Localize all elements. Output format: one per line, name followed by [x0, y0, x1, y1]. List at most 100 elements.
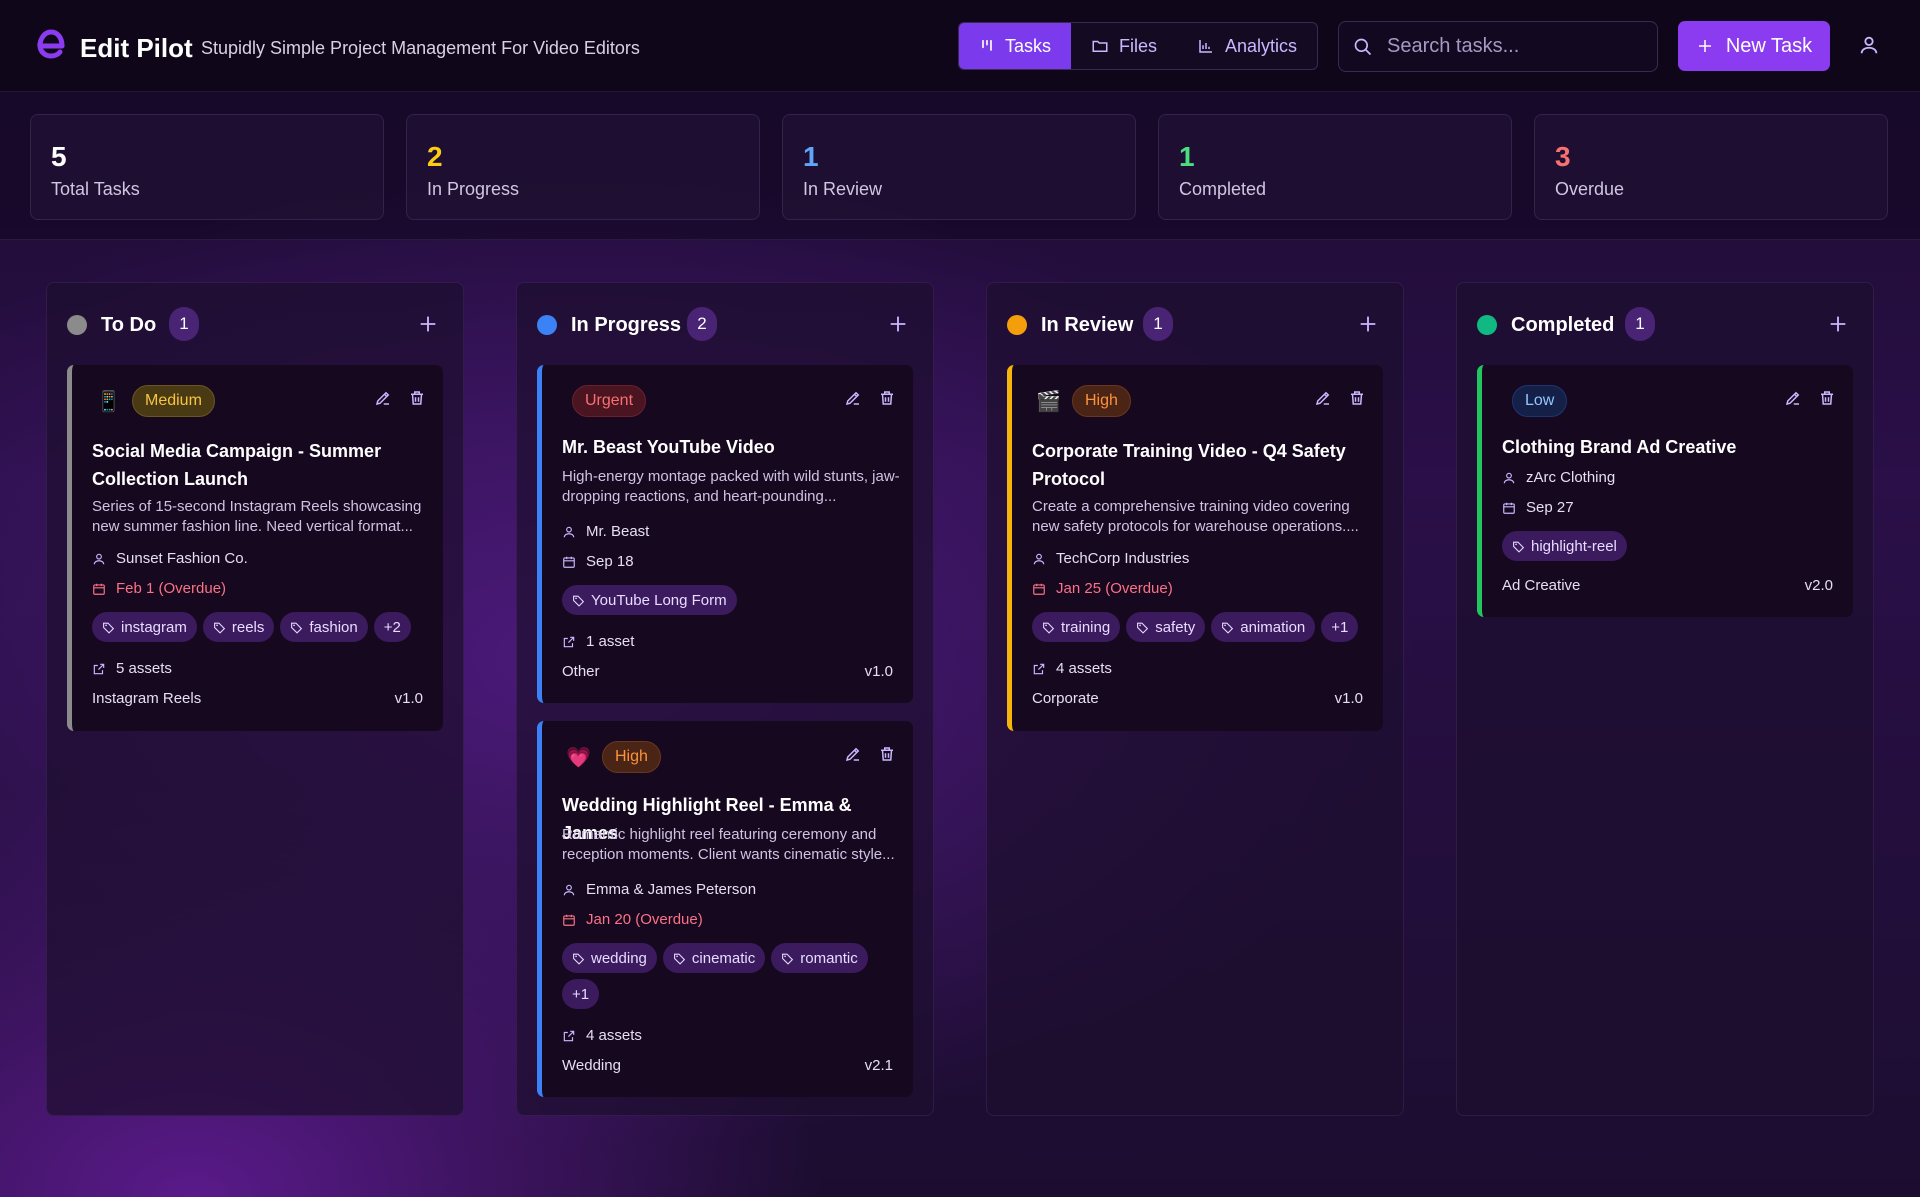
nav-tab-analytics[interactable]: Analytics [1177, 23, 1317, 69]
user-icon [1502, 471, 1516, 485]
tag-chip[interactable]: training [1032, 612, 1121, 642]
priority-badge: High [602, 741, 661, 773]
more-tags-chip[interactable]: +1 [1321, 612, 1359, 642]
edit-icon[interactable] [844, 389, 862, 407]
add-task-plus-icon[interactable] [1357, 313, 1379, 335]
tag-chip[interactable]: reels [202, 612, 275, 642]
priority-badge: Low [1512, 385, 1568, 417]
stat-in-progress: 2 In Progress [406, 114, 760, 220]
stat-completed: 1 Completed [1158, 114, 1512, 220]
tag-label: highlight-reel [1531, 537, 1617, 555]
external-link-icon [562, 1029, 576, 1043]
tag-chip[interactable]: YouTube Long Form [562, 585, 737, 615]
card-description: High-energy montage packed with wild stu… [562, 468, 900, 505]
calendar-icon [1502, 501, 1516, 515]
task-card-social-media[interactable]: 📱 Medium Social Media Campaign - Summer … [67, 365, 443, 731]
more-tags-chip[interactable]: +1 [562, 979, 600, 1009]
tag-chip[interactable]: fashion [280, 612, 368, 642]
tag-icon [673, 952, 686, 965]
version-label: v1.0 [394, 690, 423, 707]
clapperboard-emoji-icon: 🎬 [1036, 391, 1061, 413]
new-task-button[interactable]: New Task [1678, 21, 1830, 71]
trash-icon[interactable] [1818, 389, 1836, 407]
tag-chip[interactable]: highlight-reel [1502, 531, 1627, 561]
trash-icon[interactable] [878, 745, 896, 763]
card-title: Corporate Training Video - Q4 Safety Pro… [1032, 441, 1346, 489]
user-account-icon[interactable] [1858, 34, 1880, 56]
column-title: In Review [1041, 314, 1134, 336]
tag-icon [1512, 540, 1525, 553]
tag-icon [781, 952, 794, 965]
brand-tagline: Stupidly Simple Project Management For V… [201, 38, 640, 58]
external-link-icon [92, 662, 106, 676]
task-card-clothing-brand[interactable]: Low Clothing Brand Ad Creative zArc Clot… [1477, 365, 1853, 617]
column-todo: To Do 1 📱 Medium Social Media Campaign -… [46, 282, 464, 1116]
tag-chip[interactable]: romantic [771, 943, 868, 973]
tag-label: training [1061, 618, 1111, 636]
tag-list: highlight-reel [1502, 531, 1842, 561]
card-client: Mr. Beast [562, 523, 649, 540]
tag-label: YouTube Long Form [591, 591, 727, 609]
edit-icon[interactable] [374, 389, 392, 407]
asset-count: 5 assets [116, 660, 172, 677]
card-title: Social Media Campaign - Summer Collectio… [92, 441, 382, 489]
edit-icon[interactable] [1314, 389, 1332, 407]
stat-label: In Progress [427, 179, 520, 199]
card-due-date: Jan 25 (Overdue) [1032, 580, 1173, 597]
tag-chip[interactable]: instagram [92, 612, 197, 642]
tag-icon [213, 621, 226, 634]
phone-emoji-icon: 📱 [96, 391, 121, 413]
tag-chip[interactable]: cinematic [662, 943, 766, 973]
column-completed: Completed 1 Low Clothing Brand Ad Creati… [1456, 282, 1874, 1116]
nav-tab-files[interactable]: Files [1071, 23, 1177, 69]
add-task-plus-icon[interactable] [887, 313, 909, 335]
stat-label: Completed [1179, 179, 1267, 199]
project-type: Wedding [562, 1057, 621, 1074]
nav-tab-files-label: Files [1119, 35, 1158, 56]
stat-overdue: 3 Overdue [1534, 114, 1888, 220]
user-icon [92, 552, 106, 566]
tag-chip[interactable]: wedding [562, 943, 657, 973]
external-link-icon [562, 635, 576, 649]
due-date: Sep 27 [1526, 499, 1574, 516]
app-header: Edit Pilot Stupidly Simple Project Manag… [0, 0, 1920, 92]
card-due-date: Sep 18 [562, 553, 634, 570]
tag-chip[interactable]: animation [1211, 612, 1316, 642]
task-card-mr-beast[interactable]: Urgent Mr. Beast YouTube Video High-ener… [537, 365, 913, 703]
status-dot-icon [537, 315, 557, 335]
tag-icon [102, 621, 115, 634]
more-tags-chip[interactable]: +2 [373, 612, 411, 642]
project-type: Other [562, 663, 600, 680]
edit-icon[interactable] [844, 745, 862, 763]
version-label: v2.0 [1804, 577, 1833, 594]
tag-chip[interactable]: safety [1126, 612, 1206, 642]
priority-badge: Urgent [572, 385, 647, 417]
add-task-plus-icon[interactable] [1827, 313, 1849, 335]
trash-icon[interactable] [1348, 389, 1366, 407]
client-name: Emma & James Peterson [586, 881, 757, 898]
task-card-wedding[interactable]: 💗 High Wedding Highlight Reel - Emma & J… [537, 721, 913, 1097]
trash-icon[interactable] [878, 389, 896, 407]
tag-list: training safety animation +1 [1032, 612, 1372, 642]
card-description: Romantic highlight reel featuring ceremo… [562, 826, 895, 863]
stat-label: Total Tasks [51, 179, 140, 199]
edit-icon[interactable] [1784, 389, 1802, 407]
search-icon [1354, 38, 1372, 55]
card-client: TechCorp Industries [1032, 550, 1189, 567]
task-card-corporate-training[interactable]: 🎬 High Corporate Training Video - Q4 Saf… [1007, 365, 1383, 731]
add-task-plus-icon[interactable] [417, 313, 439, 335]
nav-tab-tasks[interactable]: Tasks [959, 23, 1071, 69]
project-type: Instagram Reels [92, 690, 202, 707]
stat-value: 2 [427, 141, 443, 172]
project-type: Ad Creative [1502, 577, 1581, 594]
tag-label: reels [231, 618, 265, 636]
trash-icon[interactable] [408, 389, 426, 407]
search-input[interactable] [1387, 35, 1637, 58]
card-client: Sunset Fashion Co. [92, 550, 248, 567]
column-title: To Do [101, 314, 157, 336]
user-icon [562, 525, 576, 539]
due-date: Feb 1 (Overdue) [116, 580, 227, 597]
card-assets: 4 assets [562, 1027, 642, 1044]
bar-chart-icon [1199, 40, 1213, 53]
priority-badge: High [1072, 385, 1131, 417]
